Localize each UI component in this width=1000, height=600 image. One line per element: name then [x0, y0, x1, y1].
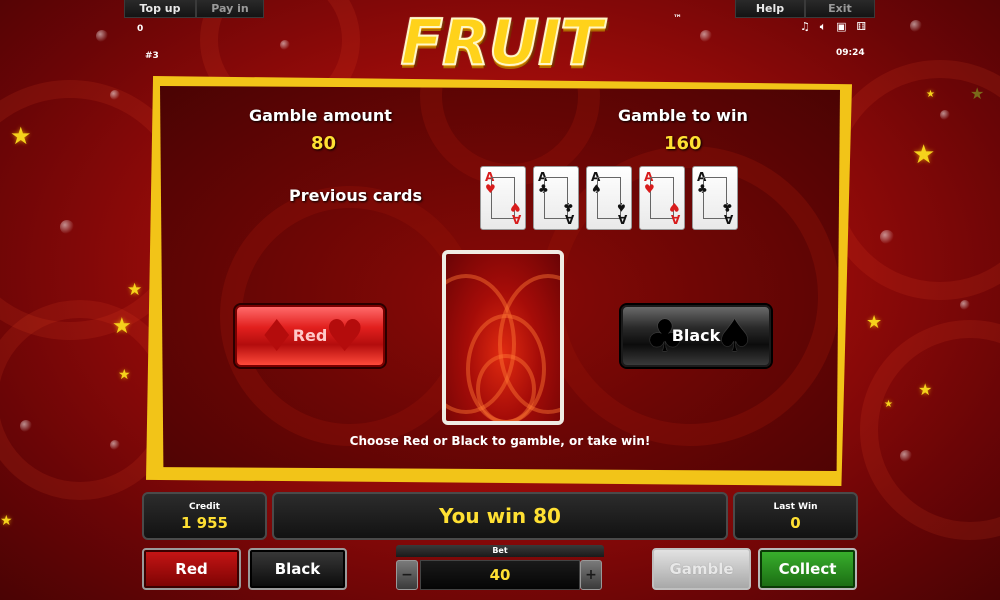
diamond-icon: ♦	[257, 311, 297, 362]
card-rank: A	[723, 212, 733, 226]
heart-icon: ♥	[485, 182, 496, 196]
heart-icon: ♥	[644, 182, 655, 196]
card-rank: A	[670, 212, 680, 226]
gamble-red-button[interactable]: ♦ ♥ Red	[235, 305, 385, 367]
fullscreen-icon[interactable]: ▣	[836, 20, 846, 34]
star-icon: ★	[970, 84, 985, 103]
star-icon: ★	[118, 367, 131, 383]
star-icon: ★	[127, 280, 143, 300]
credit-label: Credit	[189, 502, 220, 512]
music-note-icon[interactable]: ♫	[800, 20, 810, 34]
star-icon: ★	[0, 513, 13, 529]
collect-button[interactable]: Collect	[758, 548, 857, 590]
gamble-to-win-label: Gamble to win	[618, 106, 748, 125]
face-down-card	[442, 250, 564, 425]
settings-icons: ♫ 🔈︎ ▣ ⚅	[800, 20, 866, 34]
star-icon: ★	[926, 89, 935, 100]
bet-label: Bet	[396, 545, 604, 557]
gamble-red-label: Red	[292, 326, 328, 345]
spade-icon: ♠	[591, 182, 602, 196]
star-icon: ★	[918, 380, 933, 399]
last-win-label: Last Win	[773, 502, 818, 512]
gamble-to-win-value: 160	[664, 133, 702, 154]
speaker-icon[interactable]: 🔈︎	[820, 20, 827, 34]
instruction-text: Choose Red or Black to gamble, or take w…	[349, 434, 651, 448]
spade-icon: ♠	[715, 311, 755, 362]
gamble-amount-value: 80	[311, 133, 337, 154]
game-logo: FRUIT FEST ™	[326, 7, 682, 149]
gamble-black-button[interactable]: ♣ ♠ Black	[621, 305, 771, 367]
card-rank: A	[564, 212, 574, 226]
previous-card: A ♥ ♥ A	[480, 166, 526, 230]
dice-icon[interactable]: ⚅	[856, 20, 866, 34]
top-up-button[interactable]: Top up	[124, 0, 196, 18]
credit-value: 1 955	[181, 514, 228, 532]
star-icon: ★	[866, 312, 883, 333]
counter-text: 0	[137, 24, 144, 34]
star-icon: ★	[10, 122, 32, 150]
gamble-black-label: Black	[671, 326, 721, 345]
win-message: You win 80	[272, 492, 728, 540]
previous-card: A ♣ ♣ A	[533, 166, 579, 230]
previous-card: A ♣ ♣ A	[692, 166, 738, 230]
club-icon: ♣	[538, 182, 549, 196]
trademark: ™	[673, 14, 682, 24]
gamble-button[interactable]: Gamble	[652, 548, 751, 590]
last-win-box: Last Win 0	[733, 492, 858, 540]
previous-cards-label: Previous cards	[289, 186, 423, 205]
previous-card: A ♠ ♠ A	[586, 166, 632, 230]
round-number: #3	[145, 51, 159, 61]
exit-button[interactable]: Exit	[805, 0, 875, 18]
pay-in-button[interactable]: Pay in	[196, 0, 264, 18]
black-button[interactable]: Black	[248, 548, 347, 590]
heart-icon: ♥	[325, 311, 365, 362]
club-icon: ♣	[697, 182, 708, 196]
card-rank: A	[511, 212, 521, 226]
credit-box: Credit 1 955	[142, 492, 267, 540]
card-rank: A	[617, 212, 627, 226]
clock: 09:24	[836, 48, 865, 58]
star-icon: ★	[112, 314, 132, 339]
star-icon: ★	[884, 399, 893, 410]
red-button[interactable]: Red	[142, 548, 241, 590]
bet-increase-button[interactable]: +	[580, 560, 602, 590]
bet-value: 40	[420, 560, 580, 590]
help-button[interactable]: Help	[735, 0, 805, 18]
bet-decrease-button[interactable]: −	[396, 560, 418, 590]
gamble-amount-label: Gamble amount	[249, 106, 392, 125]
previous-card: A ♥ ♥ A	[639, 166, 685, 230]
last-win-value: 0	[790, 514, 801, 532]
star-icon: ★	[912, 140, 936, 170]
